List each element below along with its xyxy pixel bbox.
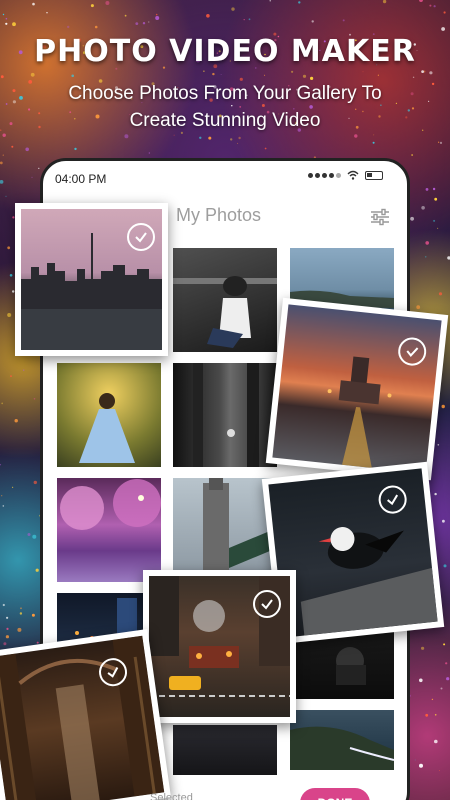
- battery-icon: [365, 170, 383, 180]
- filter-sliders-icon[interactable]: [370, 208, 390, 226]
- selected-photo-card[interactable]: [15, 203, 168, 356]
- photo-thumbnail[interactable]: [290, 710, 394, 770]
- signal-dots-icon: [308, 172, 341, 178]
- check-icon: [253, 590, 281, 618]
- selected-photo-card[interactable]: [265, 297, 449, 481]
- status-time: 04:00 PM: [55, 172, 107, 186]
- subheadline: Choose Photos From Your Gallery To Creat…: [68, 83, 382, 131]
- done-button[interactable]: DONE: [300, 788, 370, 800]
- photo-thumbnail[interactable]: [173, 478, 277, 582]
- wifi-icon: [347, 170, 359, 180]
- status-icons: [308, 170, 383, 180]
- selected-count-label: Selected: [150, 792, 193, 800]
- page-title: My Photos: [176, 205, 262, 225]
- photo-thumbnail[interactable]: [173, 725, 277, 775]
- photo-thumbnail[interactable]: [173, 363, 277, 467]
- photo-thumbnail[interactable]: [57, 478, 161, 582]
- photo-thumbnail[interactable]: [173, 248, 277, 352]
- selected-photo-card[interactable]: [0, 628, 172, 800]
- headline: PHOTO VIDEO MAKER: [34, 34, 416, 69]
- check-icon: [127, 223, 155, 251]
- selected-photo-card[interactable]: [143, 570, 296, 723]
- photo-thumbnail[interactable]: [57, 363, 161, 467]
